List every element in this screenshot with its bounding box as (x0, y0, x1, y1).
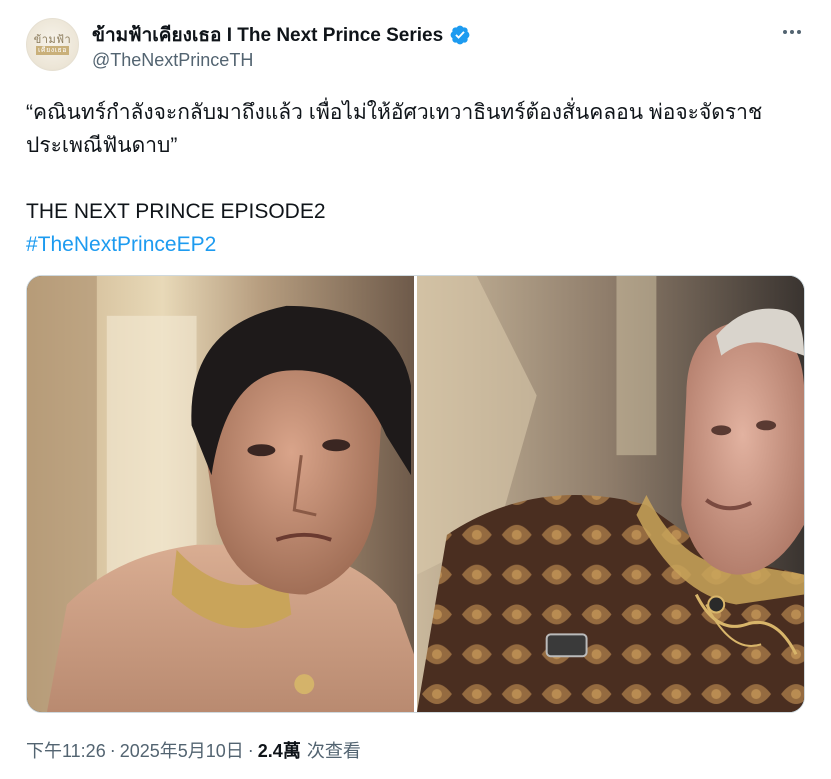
avatar[interactable]: ข้ามฟ้า เคียงเธอ (26, 18, 79, 71)
tweet-text-line-1: “คณินทร์กำลังจะกลับมาถึงแล้ว เพื่อไม่ให้… (26, 101, 763, 124)
tweet-text-blank (26, 162, 816, 195)
tweet-text-line-2: ประเพณีฟันดาบ” (26, 134, 178, 157)
meta-separator: · (109, 739, 116, 760)
meta-separator: · (247, 739, 254, 760)
name-row: ข้ามฟ้าเคียงเธอ I The Next Prince Series (92, 20, 471, 50)
more-options-button[interactable] (780, 20, 804, 44)
hashtag-link[interactable]: #TheNextPrinceEP2 (26, 228, 816, 261)
avatar-logo-text-top: ข้ามฟ้า (33, 33, 72, 46)
verified-badge-icon (450, 25, 470, 45)
tweet-date[interactable]: 2025年5月10日 (120, 737, 244, 763)
media-image-right[interactable] (417, 276, 804, 712)
display-name[interactable]: ข้ามฟ้าเคียงเธอ I The Next Prince Series (92, 20, 443, 50)
tweet-text-line-3: THE NEXT PRINCE EPISODE2 (26, 200, 326, 223)
avatar-logo-text-bottom: เคียงเธอ (36, 46, 69, 55)
media-image-left[interactable] (27, 276, 414, 712)
tweet-text: “คณินทร์กำลังจะกลับมาถึงแล้ว เพื่อไม่ให้… (26, 96, 816, 261)
tweet-time[interactable]: 下午11:26 (26, 737, 106, 763)
views-count[interactable]: 2.4萬 (258, 737, 301, 763)
media-grid (26, 275, 805, 713)
more-options-icon (783, 30, 801, 34)
tweet-meta: 下午11:26 · 2025年5月10日 · 2.4萬 次查看 (26, 737, 361, 763)
views-label: 次查看 (306, 741, 361, 761)
tweet-header: ข้ามฟ้า เคียงเธอ ข้ามฟ้าเคียงเธอ I The N… (26, 14, 806, 78)
handle[interactable]: @TheNextPrinceTH (92, 50, 253, 71)
